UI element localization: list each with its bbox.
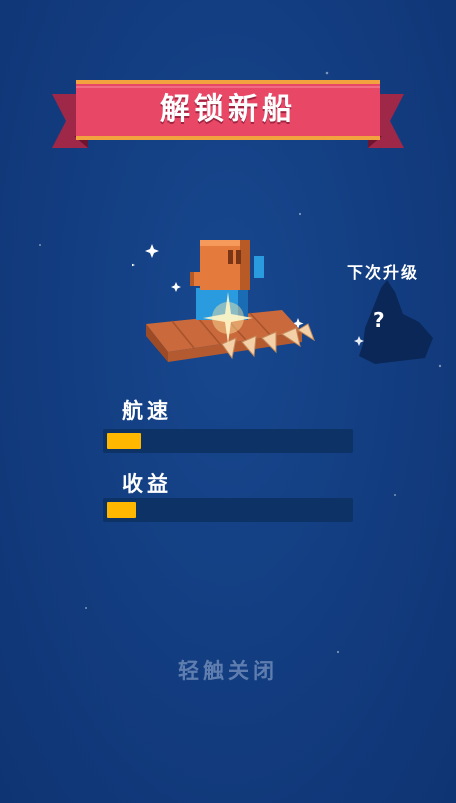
next-upgrade-label: 下次升级 (346, 263, 419, 282)
banner-title: 解锁新船 (160, 92, 296, 127)
speed-bar-fill (107, 433, 141, 449)
income-bar (103, 498, 353, 522)
ship-icon (132, 240, 315, 362)
speed-bar (103, 429, 353, 453)
income-label: 收益 (122, 472, 172, 496)
speed-label: 航速 (122, 399, 172, 423)
income-bar-fill (107, 502, 136, 518)
unknown-ship-marker: ? (373, 308, 385, 332)
tap-to-close-button[interactable]: 轻触关闭 (0, 655, 456, 685)
